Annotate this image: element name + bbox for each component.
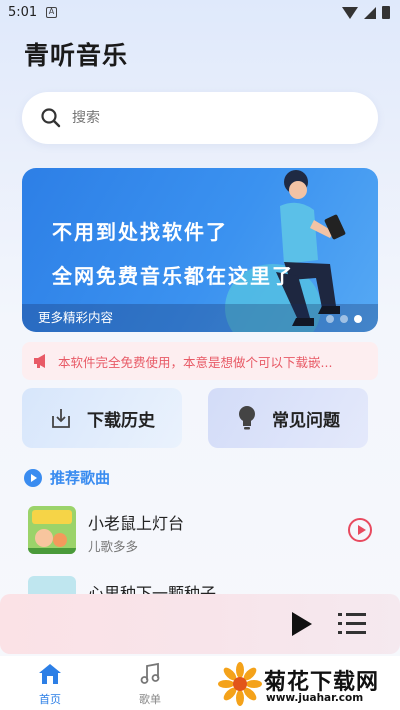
battery-icon [382, 6, 390, 19]
promo-banner[interactable]: 不用到处找软件了 全网免费音乐都在这里了 更多精彩内容 [22, 168, 378, 332]
faq-button[interactable]: 常见问题 [208, 388, 368, 448]
carousel-dot[interactable] [340, 315, 348, 323]
search-bar[interactable] [22, 92, 378, 144]
download-history-button[interactable]: 下载历史 [22, 388, 182, 448]
nav-playlist-label: 歌单 [139, 693, 161, 706]
signal-icon [364, 6, 376, 19]
search-input[interactable] [72, 110, 332, 126]
carousel-dot[interactable] [326, 315, 334, 323]
song-row[interactable]: 小老鼠上灯台 儿歌多多 [28, 506, 378, 562]
lightbulb-icon [239, 406, 255, 430]
download-box-icon [52, 409, 70, 428]
play-icon[interactable] [292, 612, 312, 636]
recommended-header: 推荐歌曲 [24, 467, 110, 488]
notification-icon: A [46, 7, 57, 18]
watermark-url: www.juahar.com [266, 692, 364, 704]
play-circle-icon [24, 468, 42, 487]
nav-home-label: 首页 [39, 693, 61, 706]
banner-headline-1: 不用到处找软件了 [52, 220, 228, 244]
carousel-indicator [326, 315, 362, 323]
carousel-dot-active[interactable] [354, 315, 362, 323]
wifi-icon [342, 6, 358, 19]
nav-playlist[interactable]: 歌单 [120, 662, 180, 707]
notice-bar[interactable]: 本软件完全免费使用，本意是想做个可以下载嵌... [22, 342, 378, 380]
notice-text: 本软件完全免费使用，本意是想做个可以下载嵌... [58, 354, 333, 370]
megaphone-icon [34, 354, 45, 368]
banner-caption: 更多精彩内容 [38, 310, 114, 325]
banner-headline-2: 全网免费音乐都在这里了 [52, 264, 294, 288]
search-icon [41, 108, 61, 128]
playlist-icon[interactable] [338, 613, 366, 635]
status-time: 5:01 [8, 5, 38, 20]
faq-label: 常见问题 [272, 410, 340, 431]
nav-home[interactable]: 首页 [20, 662, 80, 707]
music-note-icon [140, 662, 160, 684]
status-icons [342, 6, 390, 19]
app-title: 青听音乐 [24, 41, 129, 70]
home-icon [39, 664, 61, 684]
song-title: 小老鼠上灯台 [88, 514, 185, 533]
chrysanthemum-logo-icon [218, 662, 262, 706]
status-bar: 5:01 A [0, 0, 400, 28]
play-circle-icon[interactable] [348, 518, 372, 542]
song-artist: 儿歌多多 [88, 539, 139, 554]
download-history-label: 下载历史 [87, 410, 155, 431]
song-cover [28, 506, 76, 554]
site-watermark: 菊花下载网 www.juahar.com [218, 660, 400, 710]
mini-player[interactable] [0, 594, 400, 654]
recommended-title: 推荐歌曲 [50, 469, 111, 487]
